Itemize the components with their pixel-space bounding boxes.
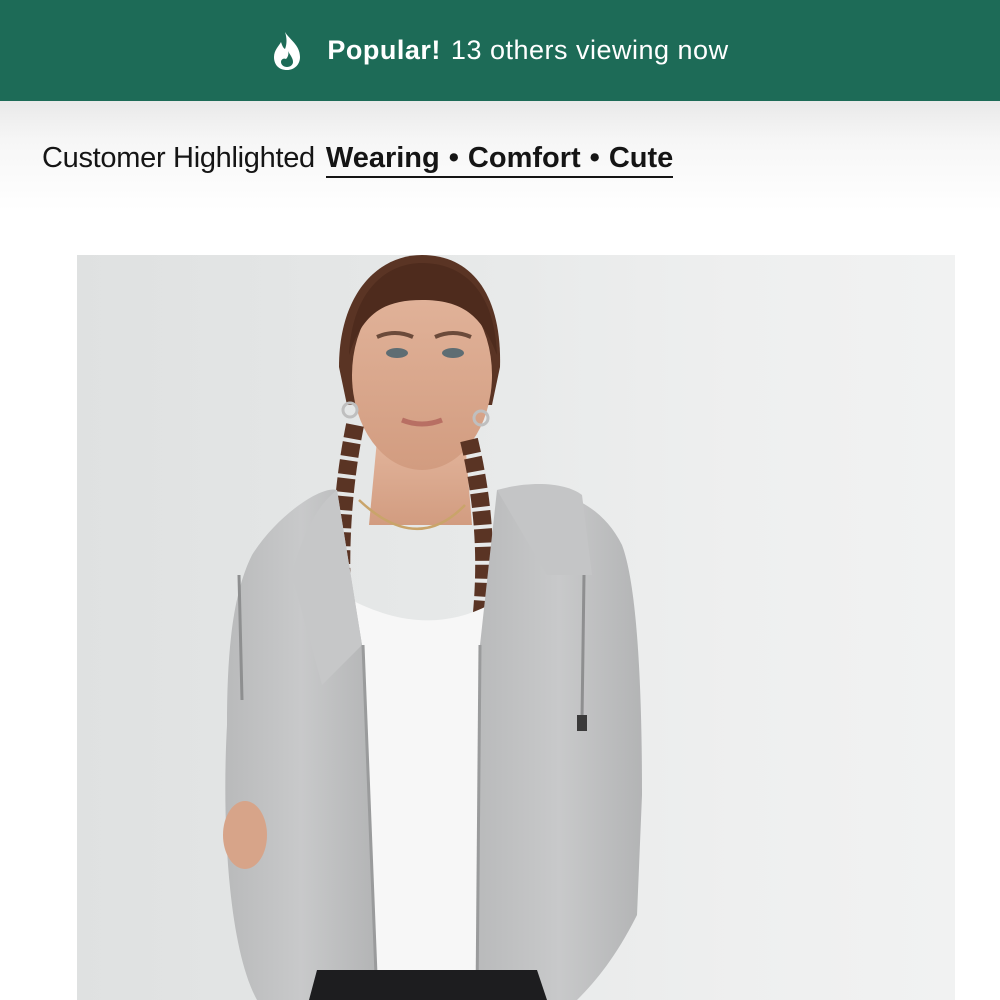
flame-icon (271, 31, 303, 71)
product-page: Popular! 13 others viewing now Customer … (0, 0, 1000, 1000)
model-illustration (223, 255, 642, 1000)
customer-highlights: Customer Highlighted Wearing • Comfort •… (42, 142, 674, 178)
highlight-tags-link[interactable]: Wearing • Comfort • Cute (325, 142, 674, 178)
highlight-tag-wearing: Wearing (325, 142, 440, 174)
product-image[interactable] (77, 255, 955, 1000)
viewers-count-text: 13 others viewing now (450, 35, 729, 65)
popularity-banner: Popular! 13 others viewing now (0, 0, 1000, 101)
highlights-label: Customer Highlighted (42, 142, 315, 174)
tag-separator: • (589, 142, 600, 174)
tag-separator: • (448, 142, 459, 174)
highlight-tag-cute: Cute (608, 142, 674, 174)
highlight-tag-comfort: Comfort (467, 142, 581, 174)
popular-label: Popular! (327, 35, 441, 65)
